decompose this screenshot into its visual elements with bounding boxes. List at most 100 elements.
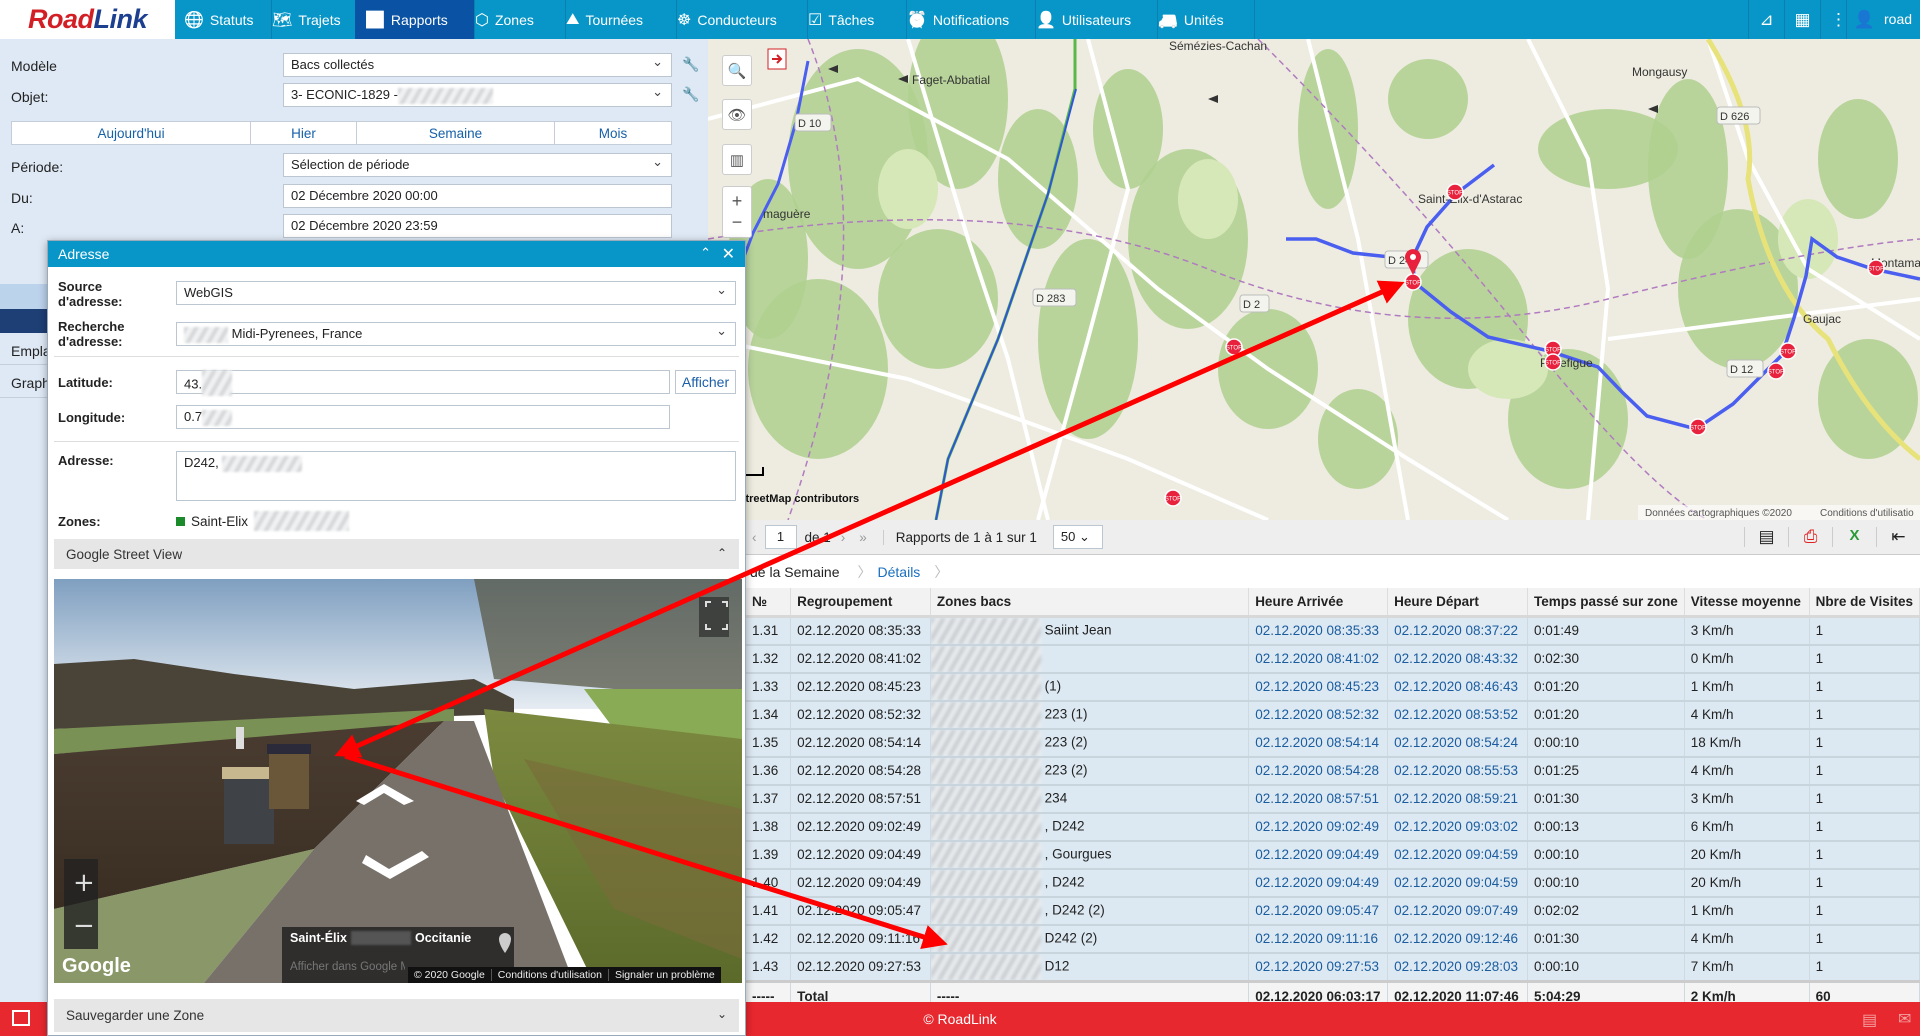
cell-departure[interactable]: 02.12.2020 09:07:49 — [1387, 896, 1528, 926]
cell-arrival[interactable]: 02.12.2020 09:27:53 — [1248, 952, 1389, 982]
wrench-icon[interactable]: 🔧 — [682, 86, 699, 103]
sv-zoom-out-icon[interactable]: − — [73, 911, 95, 941]
cell-arrival[interactable]: 02.12.2020 08:45:23 — [1248, 672, 1389, 702]
mail-icon[interactable]: ✉ — [1898, 1009, 1911, 1029]
page-input[interactable]: 1 — [764, 525, 797, 549]
zoom-in-icon[interactable]: + — [732, 191, 743, 212]
cell-arrival[interactable]: 02.12.2020 09:02:49 — [1248, 812, 1389, 842]
sv-zoom-in-icon[interactable]: + — [73, 868, 95, 898]
cell-arrival[interactable]: 02.12.2020 08:52:32 — [1248, 700, 1389, 730]
close-icon[interactable]: ✕ — [722, 244, 735, 264]
nav-zones[interactable]: ⬡ Zones — [465, 0, 566, 39]
street-view-panel-header[interactable]: Google Street View ⌃ — [54, 539, 739, 569]
export-file-icon[interactable]: ⇤ — [1876, 527, 1920, 547]
cell-departure[interactable]: 02.12.2020 09:12:46 — [1387, 924, 1528, 954]
modele-select[interactable]: Bacs collectés — [283, 53, 672, 77]
periode-select[interactable]: Sélection de période — [283, 153, 672, 177]
column-header[interactable]: Temps passé sur zone — [1527, 588, 1685, 618]
user-account-icon[interactable]: 👤 — [1846, 0, 1882, 39]
month-button[interactable]: Mois — [554, 121, 672, 145]
roadlink-logo[interactable]: Road Link — [0, 0, 175, 39]
prev-page-icon[interactable]: ‹ — [752, 530, 757, 545]
save-zone-panel-header[interactable]: Sauvegarder une Zone ⌄ — [54, 999, 739, 1032]
table-row[interactable]: 1.35 02.12.2020 08:54:14 223 (2) 02.12.202… — [746, 728, 1920, 758]
week-button[interactable]: Semaine — [356, 121, 555, 145]
breadcrumb-details[interactable]: Détails — [878, 564, 935, 580]
per-page-select[interactable]: 50 ⌄ — [1052, 525, 1103, 549]
cell-arrival[interactable]: 02.12.2020 09:04:49 — [1248, 868, 1389, 898]
table-row[interactable]: 1.34 02.12.2020 08:52:32 223 (1) 02.12.202… — [746, 700, 1920, 730]
grid-icon[interactable]: ▦ — [1784, 0, 1820, 39]
map-zoom-control[interactable]: + − — [722, 186, 752, 238]
side-item-graph[interactable]: Graph — [11, 375, 50, 391]
cell-departure[interactable]: 02.12.2020 08:37:22 — [1387, 616, 1528, 646]
cell-departure[interactable]: 02.12.2020 08:54:24 — [1387, 728, 1528, 758]
pdf-export-icon[interactable]: ⎙ — [1788, 527, 1832, 547]
cell-arrival[interactable]: 02.12.2020 09:04:49 — [1248, 840, 1389, 870]
start-date-input[interactable]: 02 Décembre 2020 00:00 — [283, 184, 672, 208]
table-row[interactable]: 1.41 02.12.2020 09:05:47 , D242 (2) 02.12.… — [746, 896, 1920, 926]
cell-departure[interactable]: 02.12.2020 08:43:32 — [1387, 644, 1528, 674]
sv-terms-link[interactable]: Conditions d'utilisation — [490, 969, 608, 981]
objet-select[interactable]: 3- ECONIC-1829 - — [283, 83, 672, 107]
street-view-image[interactable]: + − — [54, 579, 742, 983]
table-row[interactable]: 1.36 02.12.2020 08:54:28 223 (2) 02.12.202… — [746, 756, 1920, 786]
column-header[interactable]: Vitesse moyenne — [1684, 588, 1810, 618]
column-header[interactable]: Heure Arrivée — [1248, 588, 1389, 618]
user-name[interactable]: road — [1884, 11, 1912, 27]
table-row[interactable]: 1.32 02.12.2020 08:41:02 02.12.2020 08:41… — [746, 644, 1920, 674]
chart-icon[interactable]: ⊿ — [1748, 0, 1784, 39]
breadcrumb-week[interactable]: de la Semaine — [750, 564, 858, 580]
cell-departure[interactable]: 02.12.2020 08:55:53 — [1387, 756, 1528, 786]
nav-conducteurs[interactable]: ☸ Conducteurs — [667, 0, 808, 39]
last-page-icon[interactable]: » — [859, 530, 867, 545]
table-row[interactable]: 1.31 02.12.2020 08:35:33 Saiint Jean 02.12… — [746, 616, 1920, 646]
longitude-input[interactable]: 0.7 — [176, 405, 670, 429]
map-eye-icon[interactable]: 👁 — [722, 99, 752, 130]
wrench-icon[interactable]: 🔧 — [682, 56, 699, 73]
cell-arrival[interactable]: 02.12.2020 08:54:28 — [1248, 756, 1389, 786]
column-header[interactable]: Nbre de Visites — [1809, 588, 1920, 618]
cell-arrival[interactable]: 02.12.2020 08:57:51 — [1248, 784, 1389, 814]
calculator-icon[interactable]: ▤ — [1862, 1010, 1877, 1030]
end-date-input[interactable]: 02 Décembre 2020 23:59 — [283, 214, 672, 238]
cell-arrival[interactable]: 02.12.2020 08:54:14 — [1248, 728, 1389, 758]
table-row[interactable]: 1.33 02.12.2020 08:45:23 (1) 02.12.2020 08… — [746, 672, 1920, 702]
map-search-icon[interactable]: 🔍 — [722, 55, 752, 86]
table-row[interactable]: 1.42 02.12.2020 09:11:16 D242 (2) 02.12.20… — [746, 924, 1920, 954]
cell-arrival[interactable]: 02.12.2020 09:11:16 — [1248, 924, 1389, 954]
street-view[interactable]: + − Saint-Élix Occitanie Afficher dans G… — [54, 579, 742, 983]
cell-departure[interactable]: 02.12.2020 09:03:02 — [1387, 812, 1528, 842]
cell-departure[interactable]: 02.12.2020 08:46:43 — [1387, 672, 1528, 702]
zoom-out-icon[interactable]: − — [732, 212, 743, 233]
cell-departure[interactable]: 02.12.2020 09:04:59 — [1387, 868, 1528, 898]
table-row[interactable]: 1.40 02.12.2020 09:04:49 , D242 02.12.2020… — [746, 868, 1920, 898]
column-header[interactable]: Zones bacs — [930, 588, 1250, 618]
table-row[interactable]: 1.38 02.12.2020 09:02:49 , D242 02.12.2020… — [746, 812, 1920, 842]
table-row[interactable]: 1.37 02.12.2020 08:57:51 234 02.12.2020 08… — [746, 784, 1920, 814]
nav-notifications[interactable]: ⏰ Notifications — [897, 0, 1036, 39]
cell-departure[interactable]: 02.12.2020 08:59:21 — [1387, 784, 1528, 814]
nav-rapports[interactable]: 📊 Rapports — [355, 0, 475, 39]
next-page-icon[interactable]: › — [841, 530, 846, 545]
afficher-button[interactable]: Afficher — [675, 370, 736, 394]
sv-report-link[interactable]: Signaler un problème — [607, 969, 721, 981]
nav-tâches[interactable]: ☑ Tâches — [798, 0, 907, 39]
today-button[interactable]: Aujourd'hui — [11, 121, 251, 145]
excel-export-icon[interactable]: X — [1832, 527, 1876, 547]
side-item-emplacement[interactable]: Empla — [11, 343, 51, 359]
cell-departure[interactable]: 02.12.2020 09:04:59 — [1387, 840, 1528, 870]
column-header[interactable]: № — [746, 588, 792, 618]
collapse-icon[interactable]: ⌃ — [700, 245, 711, 261]
column-header[interactable]: Heure Départ — [1387, 588, 1528, 618]
latitude-input[interactable]: 43. — [176, 370, 670, 396]
chevron-down-icon[interactable]: ⌄ — [717, 1007, 727, 1021]
cell-arrival[interactable]: 02.12.2020 09:05:47 — [1248, 896, 1389, 926]
nav-trajets[interactable]: 🗺 Trajets — [262, 0, 365, 39]
column-header[interactable]: Regroupement — [790, 588, 931, 618]
map-view[interactable]: Sémézies-Cachan Faget-Abbatial Mongausy D 6… — [708, 39, 1920, 520]
cell-departure[interactable]: 02.12.2020 08:53:52 — [1387, 700, 1528, 730]
table-row[interactable]: 1.39 02.12.2020 09:04:49 , Gourgues 02.12.… — [746, 840, 1920, 870]
print-icon[interactable]: ▤ — [1744, 527, 1788, 547]
nav-tournées[interactable]: ⛰ Tournées — [556, 0, 677, 39]
